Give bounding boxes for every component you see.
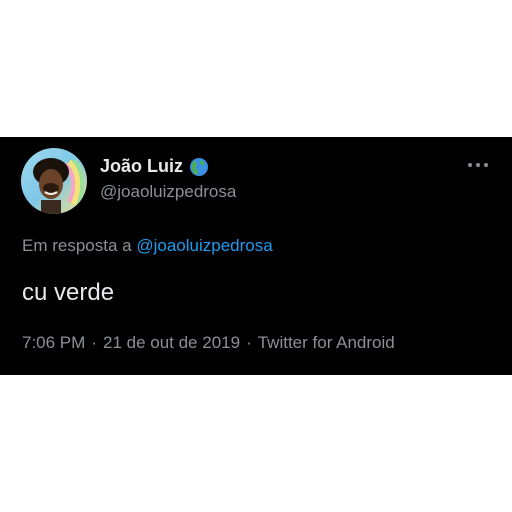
meta-separator: · (91, 333, 97, 352)
reply-to-link[interactable]: @joaoluizpedrosa (136, 236, 272, 255)
more-dot-icon (476, 163, 480, 167)
tweet-source[interactable]: Twitter for Android (258, 333, 395, 352)
display-name-text: João Luiz (100, 156, 184, 176)
reply-prefix: Em resposta a (22, 236, 132, 255)
globe-americas-icon (189, 157, 209, 177)
display-name[interactable]: João Luiz (100, 156, 209, 177)
tweet-meta: 7:06 PM · 21 de out de 2019 · Twitter for An… (22, 333, 395, 353)
avatar-image (21, 148, 87, 214)
user-handle[interactable]: @joaoluizpedrosa (100, 182, 236, 202)
reply-context: Em resposta a @joaoluizpedrosa (22, 236, 273, 256)
tweet-text: cu verde (22, 279, 115, 306)
tweet-card: João Luiz @joaoluizpedrosa Em resposta a… (0, 137, 512, 375)
tweet-time[interactable]: 7:06 PM (22, 333, 85, 352)
tweet-date[interactable]: 21 de out de 2019 (103, 333, 240, 352)
avatar[interactable] (21, 148, 87, 214)
more-dot-icon (484, 163, 488, 167)
meta-separator: · (246, 333, 252, 352)
more-dot-icon (468, 163, 472, 167)
more-options-button[interactable] (468, 163, 488, 167)
